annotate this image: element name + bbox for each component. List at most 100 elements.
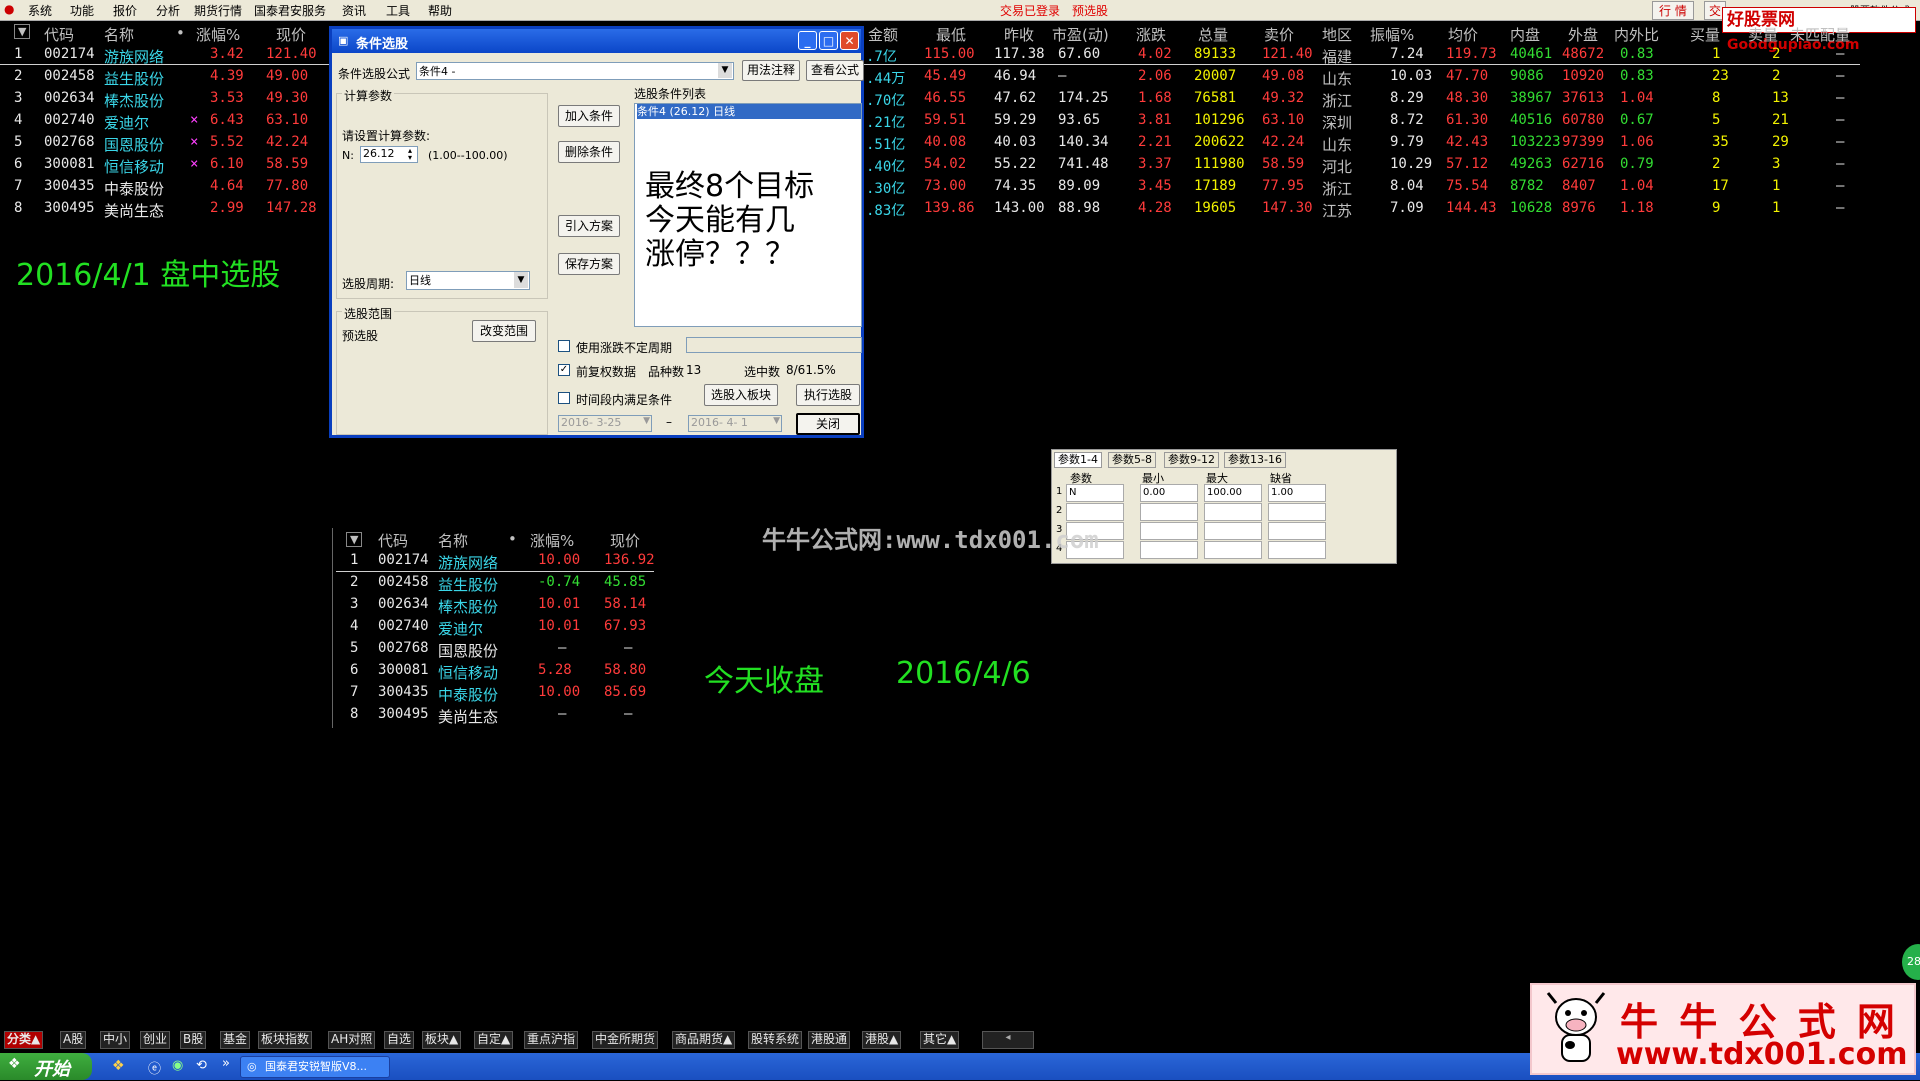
spin-icon[interactable]: ▴ ▾ [404,147,416,162]
tab-category[interactable]: 创业 [140,1031,171,1049]
tab-category[interactable]: 自选 [384,1031,415,1049]
header-dot[interactable]: • [508,530,517,548]
condition-list[interactable]: 条件4 (26.12) 日线 最终8个目标 今天能有几 涨停？？？ [634,103,862,327]
header-ratio[interactable]: 内外比 [1614,24,1659,45]
column-menu-icon[interactable]: ▼ [14,24,31,39]
header-name[interactable]: 名称 [438,530,468,551]
tab-category[interactable]: 股转系统 [748,1031,803,1049]
trade-login-status[interactable]: 交易已登录 [1000,2,1060,19]
tab-category[interactable]: 中金所期货 [592,1031,659,1049]
tab-category[interactable]: 其它▲ [920,1031,960,1049]
header-outer[interactable]: 外盘 [1568,24,1598,45]
header-name[interactable]: 名称 [104,24,134,45]
close-button[interactable]: 关闭 [796,413,860,435]
menu-futures[interactable]: 期货行情 [194,2,242,19]
chevron-down-icon[interactable]: ▼ [514,272,528,288]
param-max-cell[interactable] [1204,541,1262,559]
param-stepper[interactable]: 26.12 ▴ ▾ [360,146,418,163]
header-change-pct[interactable]: 涨幅% [530,530,574,551]
period-condition-checkbox[interactable] [558,392,570,404]
change-range-button[interactable]: 改变范围 [472,320,536,342]
uncertain-period-field[interactable] [686,337,862,353]
tab-category[interactable]: 中小 [100,1031,131,1049]
chevron-down-icon[interactable]: ▼ [643,416,650,426]
tab-params-1-4[interactable]: 参数1-4 [1054,452,1102,468]
header-ask[interactable]: 卖价 [1264,24,1294,45]
header-inner[interactable]: 内盘 [1510,24,1540,45]
uncertain-period-checkbox[interactable] [558,340,570,352]
tab-category[interactable]: 基金 [220,1031,251,1049]
formula-select[interactable]: 条件4 - ▼ [416,62,734,80]
header-dot[interactable]: • [176,24,185,42]
save-scheme-button[interactable]: 保存方案 [558,253,620,275]
tab-params-13-16[interactable]: 参数13-16 [1224,452,1286,468]
tab-category[interactable]: 重点沪指 [524,1031,579,1049]
header-pe[interactable]: 市盈(动) [1052,24,1109,45]
header-price[interactable]: 现价 [610,530,640,551]
menu-tools[interactable]: 工具 [386,2,410,19]
date-to-field[interactable]: 2016- 4- 1 ▼ [688,415,782,432]
menu-quote[interactable]: 报价 [113,2,137,19]
menu-gtja-service[interactable]: 国泰君安服务 [254,2,326,19]
start-button[interactable]: ❖ 开始 [0,1053,92,1080]
add-condition-button[interactable]: 加入条件 [558,105,620,127]
quote-button[interactable]: 行 情 [1652,1,1694,20]
param-default-cell[interactable]: 1.00 [1268,484,1326,502]
header-avg[interactable]: 均价 [1448,24,1478,45]
tab-category[interactable]: 自定▲ [474,1031,514,1049]
corner-badge[interactable]: 28 [1902,944,1920,980]
more-icon[interactable]: » [222,1056,230,1071]
header-sell[interactable]: 卖量 [1748,24,1778,45]
add-to-block-button[interactable]: 选股入板块 [704,384,778,406]
tab-category[interactable]: 分类▲ [4,1031,44,1049]
tab-params-9-12[interactable]: 参数9-12 [1164,452,1219,468]
dialog-titlebar[interactable]: ▣ 条件选股 _ □ ✕ [332,29,861,53]
tab-category[interactable]: AH对照 [328,1031,376,1049]
execute-select-button[interactable]: 执行选股 [796,384,860,406]
import-scheme-button[interactable]: 引入方案 [558,215,620,237]
header-low[interactable]: 最低 [936,24,966,45]
ie-icon[interactable]: ⓔ [148,1058,161,1077]
delete-condition-button[interactable]: 删除条件 [558,141,620,163]
forward-adjust-checkbox[interactable]: ✓ [558,364,570,376]
param-default-cell[interactable] [1268,541,1326,559]
param-max-cell[interactable] [1204,522,1262,540]
param-min-cell[interactable] [1140,503,1198,521]
menu-function[interactable]: 功能 [70,2,94,19]
tab-scroll-icon[interactable]: ◂ [982,1031,1034,1049]
param-name-cell[interactable] [1066,503,1124,521]
header-volume[interactable]: 总量 [1198,24,1228,45]
param-min-cell[interactable]: 0.00 [1140,484,1198,502]
tab-category[interactable]: 港股▲ [862,1031,902,1049]
header-unmatched[interactable]: 未匹配量 [1790,24,1850,45]
tab-category[interactable]: 商品期货▲ [672,1031,736,1049]
menu-help[interactable]: 帮助 [428,2,452,19]
preselect-status[interactable]: 预选股 [1072,2,1108,19]
header-code[interactable]: 代码 [44,24,74,45]
header-region[interactable]: 地区 [1322,24,1352,45]
tab-category[interactable]: A股 [60,1031,87,1049]
param-max-cell[interactable] [1204,503,1262,521]
param-min-cell[interactable] [1140,541,1198,559]
taskbar-task[interactable]: ◎ 国泰君安锐智版V8... [240,1056,390,1078]
column-menu-icon[interactable]: ▼ [346,532,363,547]
date-from-field[interactable]: 2016- 3-25 ▼ [558,415,652,432]
menu-system[interactable]: 系统 [28,2,52,19]
maximize-icon[interactable]: □ [819,31,838,50]
app-icon[interactable]: ◉ [172,1058,183,1073]
header-code[interactable]: 代码 [378,530,408,551]
view-formula-button[interactable]: 查看公式 [806,60,864,81]
quicklaunch-icon[interactable]: ❖ [112,1058,125,1074]
param-default-cell[interactable] [1268,522,1326,540]
param-max-cell[interactable]: 100.00 [1204,484,1262,502]
chevron-down-icon[interactable]: ▼ [718,63,732,78]
header-change-pct[interactable]: 涨幅% [196,24,240,45]
tab-category[interactable]: 港股通 [808,1031,851,1049]
header-diff[interactable]: 涨跌 [1136,24,1166,45]
condition-list-item[interactable]: 条件4 (26.12) 日线 [637,104,861,119]
close-icon[interactable]: ✕ [840,31,859,50]
menu-analysis[interactable]: 分析 [156,2,180,19]
minimize-icon[interactable]: _ [798,31,817,50]
header-buy[interactable]: 买量 [1690,24,1720,45]
tab-params-5-8[interactable]: 参数5-8 [1108,452,1156,468]
